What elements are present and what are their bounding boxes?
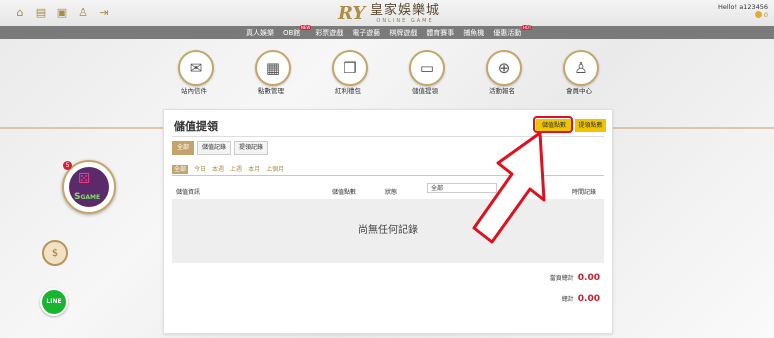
column-points: 儲值點數 <box>332 189 357 196</box>
date-this-month[interactable]: 本月 <box>248 165 260 174</box>
tab-deposit-records[interactable]: 儲值記錄 <box>197 141 232 155</box>
grand-total: 總計 0.00 <box>561 294 600 304</box>
sgame-label: SGAME <box>74 192 101 202</box>
gift-icon[interactable]: ❒ <box>332 50 368 86</box>
menu-label-mail[interactable]: 站內信件 <box>164 85 224 95</box>
gamepad-icon[interactable]: ⊕ <box>486 50 522 86</box>
nav-ob[interactable]: OB館 NEW <box>283 24 312 38</box>
nav-sports[interactable]: 體育賽事 <box>426 28 454 38</box>
logo-subtitle: ONLINE GAME <box>376 18 434 24</box>
tab-withdraw-records[interactable]: 提領記錄 <box>234 141 269 155</box>
sgame-button[interactable]: ⚄ SGAME 5 <box>62 160 116 214</box>
column-info: 儲值資訊 <box>176 189 201 196</box>
date-filters: 全部 今日 本週 上週 本月 上個月 <box>172 165 284 174</box>
wallet-icon[interactable]: ▦ <box>255 50 291 86</box>
top-bar: ⌂ ▤ ▣ ♙ ⇥ RY 皇家娛樂城 ONLINE GAME Hello! a1… <box>0 0 774 26</box>
logo[interactable]: RY 皇家娛樂城 ONLINE GAME <box>338 3 440 25</box>
user-icon[interactable]: ♙ <box>563 50 599 86</box>
logout-icon[interactable]: ⇥ <box>98 7 110 19</box>
piggy-bank-button[interactable]: $ <box>42 240 68 266</box>
page-total: 當頁總計 0.00 <box>549 273 600 283</box>
record-tabs: 全部 儲值記錄 提領記錄 <box>172 141 269 155</box>
gift-icon[interactable]: ▣ <box>56 7 68 19</box>
nav-fishing[interactable]: 捕魚機 <box>463 28 484 38</box>
line-label: LINE <box>46 298 62 305</box>
balance: 0 <box>763 11 768 19</box>
column-status: 狀態 <box>385 189 398 196</box>
menu-label-deposit[interactable]: 儲值提領 <box>395 85 455 95</box>
menu-label-events[interactable]: 活動報名 <box>472 85 532 95</box>
menu-label-points[interactable]: 點數管理 <box>241 85 301 95</box>
sgame-badge: 5 <box>63 161 72 170</box>
nav-lottery[interactable]: 彩票遊戲 <box>315 28 343 38</box>
user-info: Hello! a123456 0 <box>718 3 768 19</box>
date-last-month[interactable]: 上個月 <box>266 165 284 174</box>
user-icon[interactable]: ♙ <box>77 7 89 19</box>
atm-icon[interactable]: ▭ <box>409 50 445 86</box>
date-today[interactable]: 今日 <box>194 165 206 174</box>
nav-chess[interactable]: 棋牌遊戲 <box>389 28 417 38</box>
wallet-icon[interactable]: ▤ <box>35 7 47 19</box>
tab-all[interactable]: 全部 <box>172 141 195 155</box>
page-title: 儲值提領 <box>174 120 218 133</box>
logo-mark: RY <box>338 3 366 24</box>
top-icons: ⌂ ▤ ▣ ♙ ⇥ <box>14 7 110 19</box>
nav-promotions[interactable]: 優惠活動 HOT <box>493 24 533 38</box>
greeting: Hello! a123456 <box>718 3 768 11</box>
logo-title: 皇家娛樂城 <box>370 3 441 18</box>
withdraw-button[interactable]: 提領點數 <box>575 119 606 132</box>
nav-live[interactable]: 真人娛樂 <box>246 28 274 38</box>
menu-label-bonus[interactable]: 紅利禮包 <box>318 85 378 95</box>
date-this-week[interactable]: 本週 <box>212 165 224 174</box>
menu-label-member[interactable]: 會員中心 <box>549 85 609 95</box>
column-time: 時間記錄 <box>572 189 597 196</box>
mail-icon[interactable]: ✉ <box>178 50 214 86</box>
line-button[interactable]: LINE <box>40 288 68 316</box>
date-last-week[interactable]: 上週 <box>230 165 242 174</box>
date-all[interactable]: 全部 <box>172 165 189 174</box>
annotation-arrow <box>472 131 546 244</box>
main-nav: 真人娛樂 OB館 NEW 彩票遊戲 電子遊藝 棋牌遊戲 體育賽事 捕魚機 優惠活動… <box>0 24 774 39</box>
new-badge: NEW <box>299 24 312 30</box>
home-icon[interactable]: ⌂ <box>14 7 26 19</box>
dice-icon: ⚄ <box>78 171 91 187</box>
coin-icon <box>754 11 762 18</box>
nav-slots[interactable]: 電子遊藝 <box>352 28 380 38</box>
hot-badge: HOT <box>521 24 533 30</box>
